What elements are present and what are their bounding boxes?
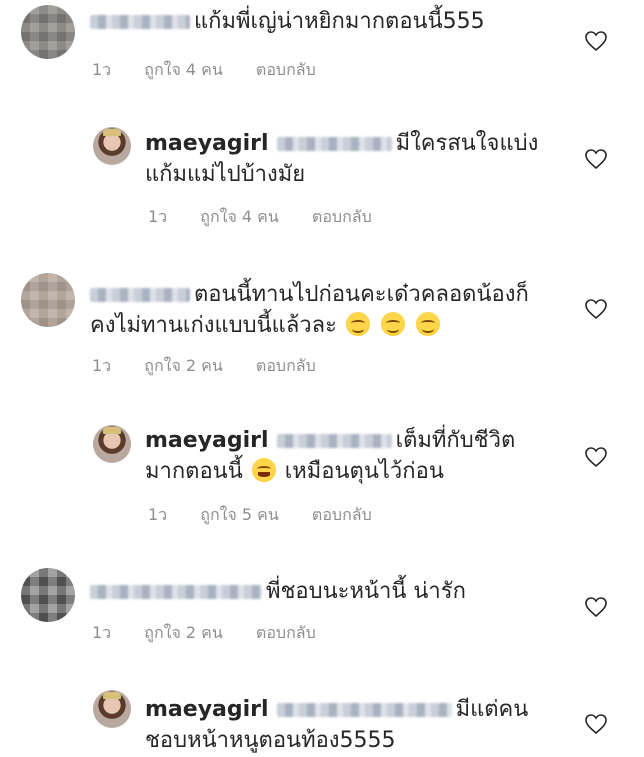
- redacted-username[interactable]: [90, 288, 190, 302]
- redacted-mention[interactable]: [276, 703, 452, 717]
- comment-time: 1ว: [92, 623, 112, 642]
- likes-count-link[interactable]: ถูกใจ 4 คน: [144, 60, 223, 79]
- comment-time: 1ว: [92, 356, 112, 375]
- comment-meta: 1ว ถูกใจ 4 คน ตอบกลับ: [92, 58, 344, 83]
- redacted-mention[interactable]: [276, 434, 392, 448]
- smile-emoji-icon: [380, 312, 405, 336]
- reply-button[interactable]: ตอบกลับ: [312, 207, 372, 226]
- heart-icon[interactable]: [584, 298, 608, 320]
- reply-text: maeyagirl เต็มที่กับชีวิต มากตอนนี้ เหมือ…: [145, 428, 516, 484]
- reply-button[interactable]: ตอบกลับ: [256, 60, 316, 79]
- heart-icon[interactable]: [584, 148, 608, 170]
- reply-text: maeyagirl มีใครสนใจแบ่ง แก้มแม่ไปบ้างมัย: [145, 131, 539, 187]
- smile-emoji-icon: [415, 312, 440, 336]
- comment-meta: 1ว ถูกใจ 2 คน ตอบกลับ: [92, 621, 344, 646]
- laughing-tears-emoji-icon: [251, 458, 276, 482]
- comment-text: พี่ชอบนะหน้านี้ น่ารัก: [90, 576, 570, 607]
- reply-button[interactable]: ตอบกลับ: [312, 505, 372, 524]
- comment-meta: 1ว ถูกใจ 5 คน ตอบกลับ: [148, 503, 400, 528]
- likes-count-link[interactable]: ถูกใจ 5 คน: [200, 505, 279, 524]
- comment-text: ตอนนี้ทานไปก่อนคะเด๋วคลอดน้องก็ คงไม่ทาน…: [90, 282, 529, 338]
- redacted-mention[interactable]: [276, 137, 392, 151]
- avatar[interactable]: [21, 5, 75, 59]
- reply-text: maeyagirl มีแต่คน ชอบหน้าหนูตอนท้อง5555: [145, 697, 529, 753]
- comment-time: 1ว: [92, 60, 112, 79]
- reply-button[interactable]: ตอบกลับ: [256, 356, 316, 375]
- username-link[interactable]: maeyagirl: [145, 428, 269, 453]
- username-link[interactable]: maeyagirl: [145, 697, 269, 722]
- avatar[interactable]: [21, 273, 75, 327]
- comment-meta: 1ว ถูกใจ 2 คน ตอบกลับ: [92, 354, 344, 379]
- comment-time: 1ว: [148, 505, 168, 524]
- likes-count-link[interactable]: ถูกใจ 2 คน: [144, 356, 223, 375]
- avatar[interactable]: [93, 127, 131, 165]
- comment-meta: 1ว ถูกใจ 4 คน ตอบกลับ: [148, 205, 400, 230]
- likes-count-link[interactable]: ถูกใจ 2 คน: [144, 623, 223, 642]
- smile-emoji-icon: [345, 312, 370, 336]
- heart-icon[interactable]: [584, 446, 608, 468]
- heart-icon[interactable]: [584, 713, 608, 735]
- heart-icon[interactable]: [584, 30, 608, 52]
- redacted-username[interactable]: [90, 15, 190, 29]
- avatar[interactable]: [93, 425, 131, 463]
- reply-button[interactable]: ตอบกลับ: [256, 623, 316, 642]
- likes-count-link[interactable]: ถูกใจ 4 คน: [200, 207, 279, 226]
- heart-icon[interactable]: [584, 596, 608, 618]
- username-link[interactable]: maeyagirl: [145, 131, 269, 156]
- avatar[interactable]: [93, 690, 131, 728]
- comment-time: 1ว: [148, 207, 168, 226]
- redacted-username[interactable]: [90, 585, 262, 599]
- comment-text: แก้มพี่เญ่น่าหยิกมากตอนนี้555: [90, 6, 590, 37]
- avatar[interactable]: [21, 568, 75, 622]
